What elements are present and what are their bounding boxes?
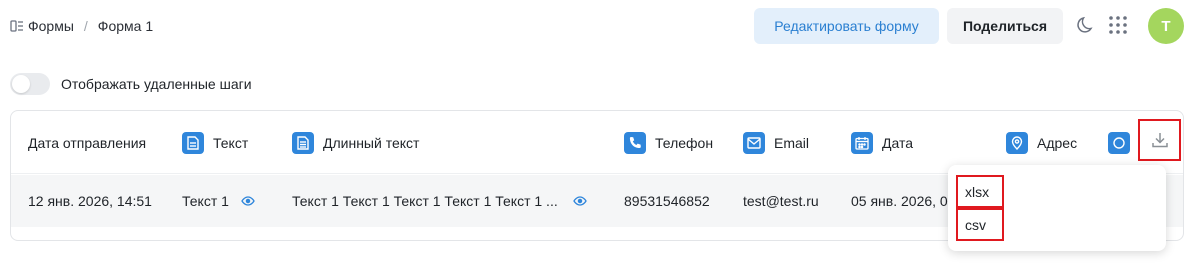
menu-item-xlsx[interactable]: xlsx [956, 175, 1004, 208]
column-header-label: Дата [882, 134, 914, 151]
breadcrumb: Формы / Форма 1 [10, 16, 153, 36]
avatar[interactable]: T [1148, 8, 1184, 44]
column-header-long-text[interactable]: Длинный текст [292, 111, 419, 174]
column-header-email[interactable]: Email [743, 111, 809, 174]
column-header-date[interactable]: Дата [851, 111, 913, 174]
download-button[interactable] [1138, 119, 1181, 161]
menu-item-csv[interactable]: csv [956, 208, 1004, 241]
toggle-knob [12, 75, 30, 93]
cell-phone: 89531546852 [624, 193, 710, 209]
column-header-label: Телефон [655, 134, 714, 151]
cell-text: Текст 1 [182, 175, 255, 227]
column-header-phone[interactable]: Телефон [624, 111, 713, 174]
column-header-submitted[interactable]: Дата отправления [28, 111, 146, 174]
breadcrumb-separator: / [83, 18, 88, 34]
download-format-menu: xlsx csv [948, 165, 1166, 251]
cell-email: test@test.ru [743, 193, 819, 209]
toggle-label: Отображать удаленные шаги [61, 76, 252, 92]
column-header-label: Длинный текст [323, 134, 420, 151]
forms-icon [10, 19, 24, 33]
long-text-field-icon [292, 131, 314, 154]
cell-text-value: Текст 1 [182, 193, 229, 209]
edit-form-button[interactable]: Редактировать форму [754, 8, 939, 44]
column-header-label: Адрес [1037, 134, 1078, 151]
phone-icon [624, 131, 646, 154]
location-pin-icon [1006, 131, 1028, 154]
apps-grid-icon[interactable] [1108, 15, 1128, 35]
cell-submitted: 12 янв. 2026, 14:51 [28, 193, 152, 209]
email-icon [743, 131, 765, 154]
cell-date: 05 янв. 2026, 0 [851, 193, 948, 209]
eye-icon[interactable] [572, 196, 587, 206]
show-deleted-steps-toggle[interactable] [10, 73, 50, 95]
breadcrumb-current: Форма 1 [97, 18, 154, 34]
calendar-icon [851, 131, 873, 154]
cell-long-text: Текст 1 Текст 1 Текст 1 Текст 1 Текст 1 … [292, 175, 587, 227]
text-field-icon [182, 131, 204, 154]
share-button[interactable]: Поделиться [947, 8, 1063, 44]
moon-icon[interactable] [1075, 14, 1097, 36]
field-type-icon [1108, 131, 1130, 154]
column-header-text[interactable]: Текст [182, 111, 248, 174]
breadcrumb-forms-link[interactable]: Формы [28, 18, 74, 34]
column-header-label: Текст [213, 134, 249, 151]
column-header-label: Дата отправления [28, 134, 147, 151]
eye-icon[interactable] [241, 196, 255, 206]
column-header-label: Email [774, 134, 810, 151]
cell-long-text-value: Текст 1 Текст 1 Текст 1 Текст 1 Текст 1 … [292, 193, 558, 209]
